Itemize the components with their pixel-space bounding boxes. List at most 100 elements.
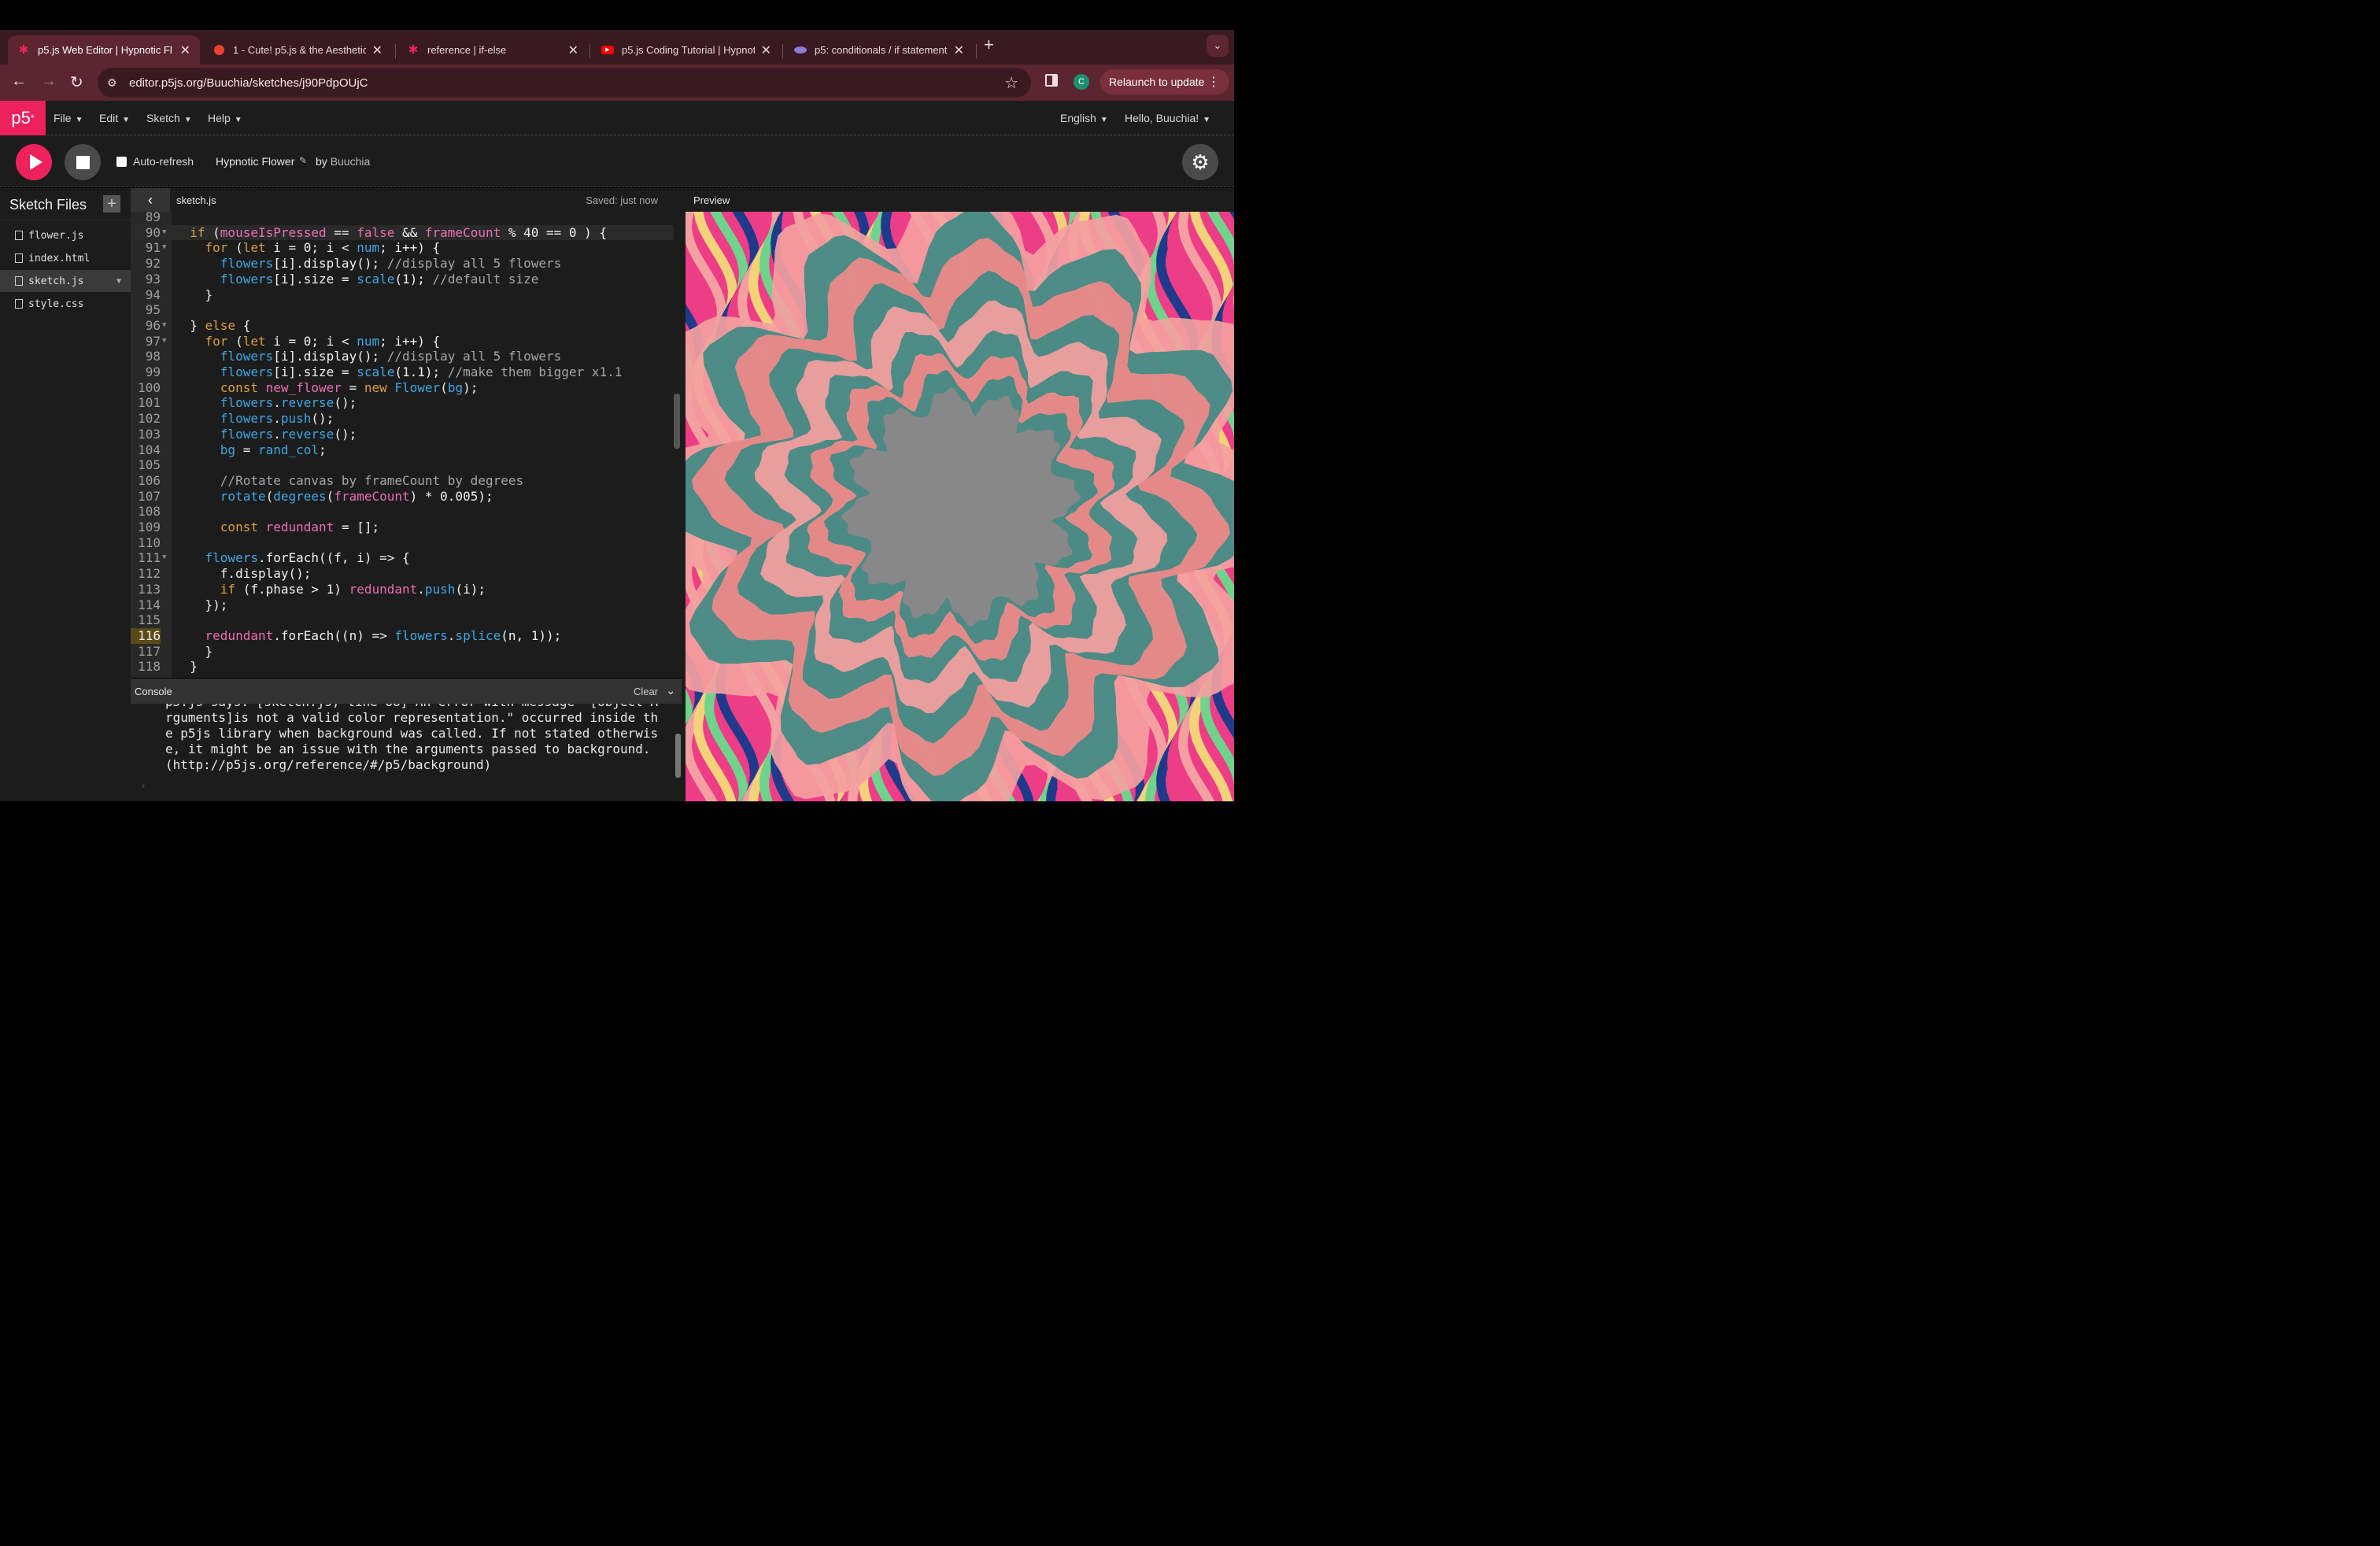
fold-caret-icon[interactable]: ▼ — [162, 240, 166, 256]
code-line[interactable]: 108 — [131, 504, 674, 520]
fold-caret-icon[interactable]: ▼ — [162, 318, 166, 334]
close-icon[interactable]: ✕ — [372, 43, 382, 58]
gear-icon[interactable]: ⚙ — [1182, 144, 1218, 180]
profile-avatar[interactable]: C — [1074, 74, 1089, 90]
code-line[interactable]: 109 const redundant = []; — [131, 520, 674, 535]
auto-refresh-checkbox[interactable] — [116, 157, 127, 167]
menu-edit[interactable]: Edit ▼ — [99, 112, 130, 124]
browser-tab[interactable]: ✱ reference | if-else ✕ — [397, 35, 588, 65]
console-scrollbar[interactable] — [675, 734, 681, 778]
relaunch-button[interactable]: Relaunch to update ⋮ — [1100, 69, 1229, 94]
code-line[interactable]: 107 rotate(degrees(frameCount) * 0.005); — [131, 489, 674, 505]
fold-caret-icon[interactable]: ▼ — [162, 334, 166, 350]
pencil-icon[interactable]: ✎ — [299, 155, 307, 166]
browser-tab[interactable]: ▶ p5.js Coding Tutorial | Hypnot ✕ — [592, 35, 781, 65]
code-line[interactable]: 91 ▼ for (let i = 0; i < num; i++) { — [131, 240, 674, 256]
side-panel-icon[interactable] — [1045, 74, 1058, 87]
line-number: 100 — [138, 379, 161, 395]
line-number: 111 — [138, 550, 161, 566]
console-message: p5.js says: [sketch.js, line 68] An erro… — [165, 704, 659, 772]
line-number: 114 — [138, 597, 161, 612]
fold-caret-icon[interactable]: ▼ — [162, 225, 166, 241]
sketch-toolbar: Auto-refresh Hypnotic Flower ✎ by Buuchi… — [0, 135, 1234, 187]
sketch-preview-canvas[interactable] — [686, 212, 1234, 801]
code-line[interactable]: 110 — [131, 535, 674, 551]
code-text: if (f.phase > 1) redundant.push(i); — [220, 581, 486, 597]
reload-icon[interactable]: ↻ — [70, 72, 83, 92]
editor-scrollbar[interactable] — [674, 394, 680, 449]
code-editor[interactable]: 89 90 ▼ if (mouseIsPressed == false && fra… — [131, 212, 682, 678]
play-button[interactable] — [16, 144, 52, 180]
site-settings-icon[interactable]: ⚙ — [107, 76, 120, 89]
code-line[interactable]: 99 flowers[i].size = scale(1.1); //make … — [131, 364, 674, 380]
fold-caret-icon[interactable]: ▼ — [162, 550, 166, 566]
forward-arrow-icon[interactable]: → — [41, 72, 57, 91]
code-text: } — [175, 659, 198, 675]
line-number: 109 — [138, 520, 161, 534]
close-icon[interactable]: ✕ — [761, 43, 771, 58]
code-line[interactable]: 95 — [131, 302, 674, 318]
code-line[interactable]: 96 ▼ } else { — [131, 318, 674, 334]
code-line[interactable]: 118 } — [131, 659, 674, 675]
line-number: 104 — [138, 442, 161, 457]
code-line[interactable]: 114 }); — [131, 597, 674, 613]
code-line[interactable]: 113 if (f.phase > 1) redundant.push(i); — [131, 582, 674, 597]
code-line[interactable]: 115 — [131, 612, 674, 628]
code-line[interactable]: 112 f.display(); — [131, 566, 674, 582]
os-top-bar — [0, 0, 1234, 30]
code-line[interactable]: 111 ▼ flowers.forEach((f, i) => { — [131, 550, 674, 566]
code-line[interactable]: 104 bg = rand_col; — [131, 442, 674, 458]
code-line[interactable]: 101 flowers.reverse(); — [131, 395, 674, 411]
collapse-sidebar-button[interactable]: ‹ — [131, 188, 170, 212]
code-text: } — [175, 643, 213, 659]
new-tab-button[interactable]: + — [984, 35, 994, 55]
author-link[interactable]: Buuchia — [331, 155, 371, 168]
tab-title: p5: conditionals / if statement — [815, 44, 948, 56]
code-text: flowers.reverse(); — [220, 395, 357, 411]
p5-logo[interactable]: p5 * — [0, 101, 46, 135]
stop-button[interactable] — [65, 144, 101, 180]
caret-down-icon[interactable]: ▼ — [116, 277, 121, 286]
code-line[interactable]: 100 const new_flower = new Flower(bg); — [131, 380, 674, 396]
menu-help[interactable]: Help ▼ — [208, 112, 242, 124]
add-file-button[interactable]: + — [103, 195, 120, 213]
code-line[interactable]: 90 ▼ if (mouseIsPressed == false && frame… — [131, 224, 674, 241]
file-item[interactable]: style.css — [0, 293, 131, 315]
chevron-down-icon[interactable]: ⌄ — [666, 683, 676, 697]
kebab-menu-icon[interactable]: ⋮ — [1207, 74, 1220, 90]
code-line[interactable]: 93 flowers[i].size = scale(1); //default… — [131, 272, 674, 287]
youtube-icon: ▶ — [601, 44, 614, 57]
file-item[interactable]: sketch.js ▼ — [0, 270, 131, 292]
code-line[interactable]: 89 — [131, 212, 674, 225]
menu-sketch[interactable]: Sketch ▼ — [146, 112, 192, 124]
close-icon[interactable]: ✕ — [180, 43, 190, 58]
code-line[interactable]: 94 } — [131, 287, 674, 303]
close-icon[interactable]: ✕ — [954, 43, 964, 58]
auto-refresh-label: Auto-refresh — [133, 155, 194, 168]
file-item[interactable]: index.html — [0, 247, 131, 269]
code-line[interactable]: 92 flowers[i].display(); //display all 5… — [131, 256, 674, 272]
code-line[interactable]: 98 flowers[i].display(); //display all 5… — [131, 349, 674, 364]
browser-tab[interactable]: 1 - Cute! p5.js & the Aesthetic ✕ — [203, 35, 392, 65]
code-line[interactable]: 97 ▼ for (let i = 0; i < num; i++) { — [131, 334, 674, 350]
code-line[interactable]: 103 flowers.reverse(); — [131, 427, 674, 442]
sketch-name[interactable]: Hypnotic Flower — [216, 155, 294, 168]
line-number: 91 — [145, 240, 161, 256]
code-line[interactable]: 105 — [131, 457, 674, 473]
bookmark-star-icon[interactable]: ☆ — [1004, 73, 1018, 93]
url-bar[interactable]: ⚙ editor.p5js.org/Buuchia/sketches/j90Pd… — [98, 68, 1031, 98]
back-arrow-icon[interactable]: ← — [11, 72, 27, 91]
code-line[interactable]: 116 redundant.forEach((n) => flowers.spl… — [131, 627, 674, 644]
user-menu[interactable]: Hello, Buuchia! ▼ — [1125, 112, 1210, 124]
language-menu[interactable]: English ▼ — [1060, 112, 1108, 124]
file-item[interactable]: flower.js — [0, 224, 131, 246]
console-clear-button[interactable]: Clear — [634, 686, 658, 697]
close-icon[interactable]: ✕ — [568, 43, 578, 58]
code-line[interactable]: 102 flowers.push(); — [131, 411, 674, 427]
browser-tab[interactable]: p5: conditionals / if statement ✕ — [785, 35, 974, 65]
menu-file[interactable]: File ▼ — [54, 112, 83, 124]
code-line[interactable]: 117 } — [131, 644, 674, 660]
code-line[interactable]: 106 //Rotate canvas by frameCount by deg… — [131, 473, 674, 489]
tab-search-button[interactable]: ⌄ — [1207, 35, 1229, 57]
browser-tab[interactable]: ✱ p5.js Web Editor | Hypnotic Fl ✕ — [8, 35, 200, 65]
